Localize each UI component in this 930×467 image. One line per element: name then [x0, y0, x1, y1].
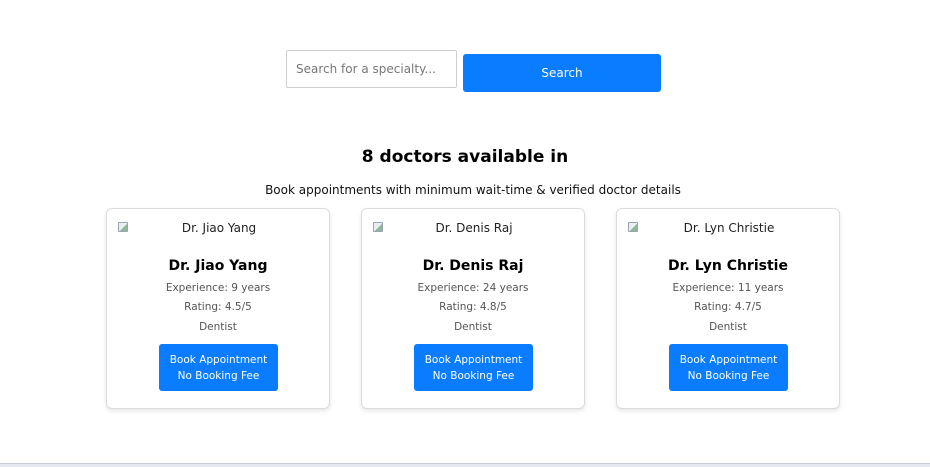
no-booking-fee-label: No Booking Fee: [432, 369, 515, 382]
doctor-experience: Experience: 11 years: [672, 282, 784, 294]
search-bar: Search: [286, 50, 661, 92]
book-appointment-button[interactable]: Book Appointment No Booking Fee: [669, 344, 788, 391]
doctor-image: Dr. Lyn Christie: [628, 221, 830, 239]
book-appointment-button[interactable]: Book Appointment No Booking Fee: [414, 344, 533, 391]
broken-image-icon: [373, 222, 383, 232]
doctor-name: Dr. Lyn Christie: [668, 258, 788, 274]
doctor-rating: Rating: 4.7/5: [694, 301, 762, 313]
doctor-card: Dr. Denis Raj Dr. Denis Raj Experience: …: [361, 208, 585, 409]
doctor-rating: Rating: 4.8/5: [439, 301, 507, 313]
page-title: 8 doctors available in: [361, 147, 569, 167]
doctor-image: Dr. Denis Raj: [373, 221, 575, 239]
no-booking-fee-label: No Booking Fee: [687, 369, 770, 382]
doctor-card: Dr. Jiao Yang Dr. Jiao Yang Experience: …: [106, 208, 330, 409]
doctor-image-alt: Dr. Denis Raj: [435, 221, 513, 235]
doctor-image-alt: Dr. Lyn Christie: [683, 221, 775, 235]
doctor-specialty: Dentist: [709, 321, 747, 333]
doctor-specialty: Dentist: [454, 321, 492, 333]
doctor-rating: Rating: 4.5/5: [184, 301, 252, 313]
bottom-divider: [0, 463, 930, 467]
page-subtitle: Book appointments with minimum wait-time…: [265, 183, 681, 197]
doctor-card: Dr. Lyn Christie Dr. Lyn Christie Experi…: [616, 208, 840, 409]
broken-image-icon: [628, 222, 638, 232]
book-appointment-label: Book Appointment: [169, 353, 268, 366]
book-appointment-label: Book Appointment: [424, 353, 523, 366]
search-button[interactable]: Search: [463, 54, 661, 92]
no-booking-fee-label: No Booking Fee: [177, 369, 260, 382]
search-input[interactable]: [286, 50, 457, 88]
book-appointment-button[interactable]: Book Appointment No Booking Fee: [159, 344, 278, 391]
book-appointment-label: Book Appointment: [679, 353, 778, 366]
doctor-experience: Experience: 9 years: [165, 282, 271, 294]
doctor-name: Dr. Denis Raj: [422, 258, 524, 274]
doctor-image-alt: Dr. Jiao Yang: [181, 221, 257, 235]
doctor-name: Dr. Jiao Yang: [168, 258, 268, 274]
doctor-specialty: Dentist: [199, 321, 237, 333]
broken-image-icon: [118, 222, 128, 232]
doctor-search-page: Search 8 doctors available in Book appoi…: [0, 0, 930, 467]
doctor-image: Dr. Jiao Yang: [118, 221, 320, 239]
doctor-experience: Experience: 24 years: [417, 282, 529, 294]
